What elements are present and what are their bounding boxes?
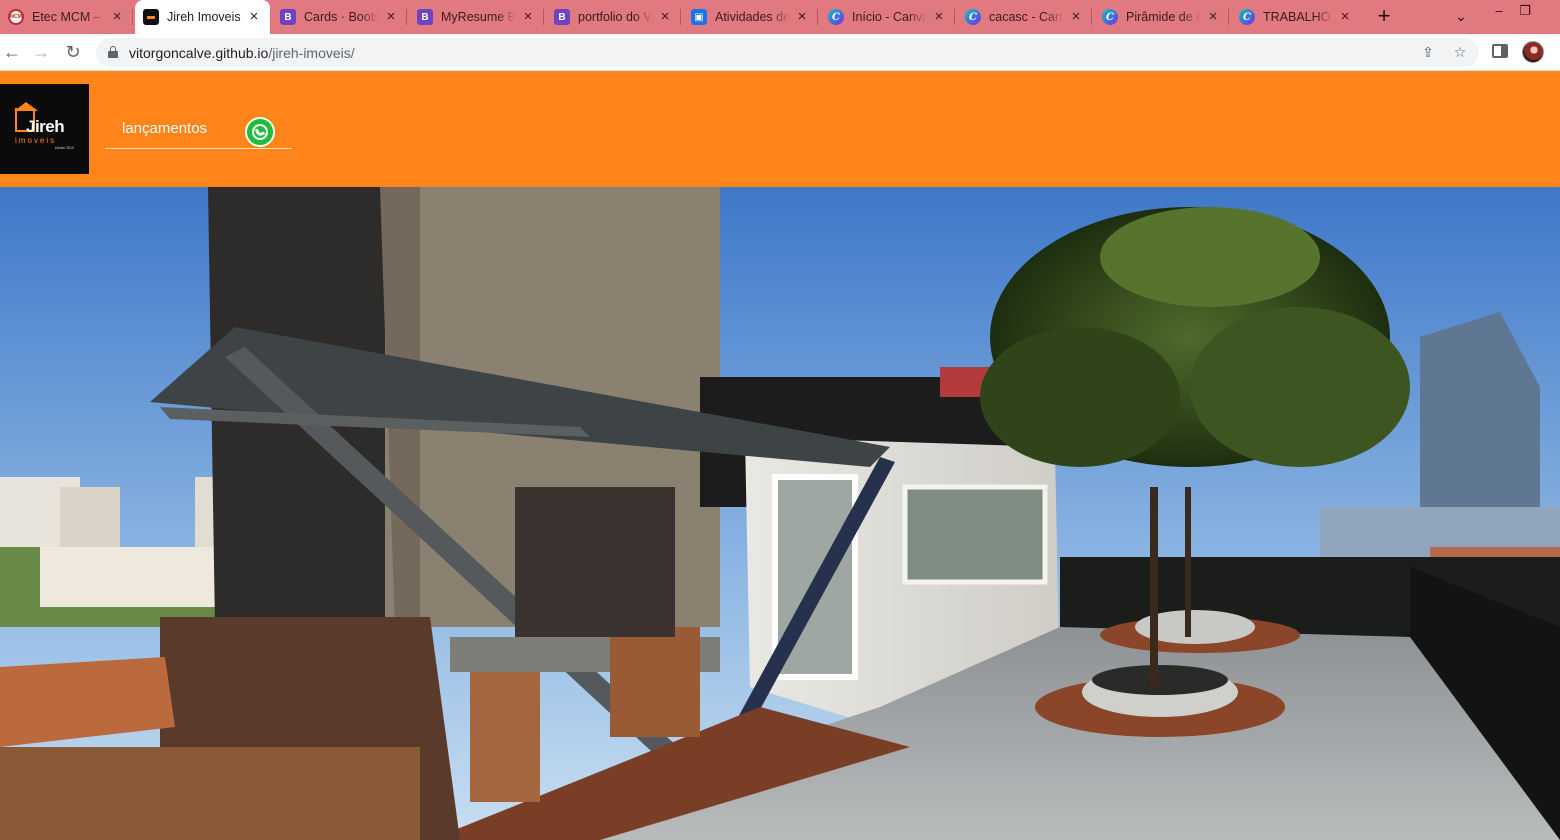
tab-title: Pirâmide de Comunicação [1126, 10, 1201, 24]
tab-atividades[interactable]: ▣ Atividades de × [683, 0, 818, 34]
new-tab-button[interactable]: + [1373, 5, 1395, 28]
canva-icon: C [1102, 9, 1118, 25]
url-text[interactable]: vitorgoncalve.github.io/jireh-imoveis/ [129, 45, 355, 61]
tab-search-button[interactable]: ⌄ [1452, 8, 1470, 26]
tab-title: MyResume Bootstrap [441, 10, 516, 24]
tab-title: Jireh Imoveis [167, 10, 241, 24]
page-viewport: Jireh imoveis Desde 2019 lançamentos [0, 71, 1560, 840]
tab-separator [680, 9, 681, 25]
lock-icon[interactable] [108, 46, 118, 58]
close-icon[interactable]: × [1205, 9, 1221, 25]
close-icon[interactable]: × [520, 9, 536, 25]
tab-title: Atividades de [715, 10, 790, 24]
canva-icon: C [965, 9, 981, 25]
bootstrap-icon: B [417, 9, 433, 25]
tab-myresume[interactable]: B MyResume Bootstrap × [409, 0, 544, 34]
canva-icon: C [1239, 9, 1255, 25]
tab-title: TRABALHO PI [1263, 10, 1333, 24]
profile-avatar[interactable] [1522, 41, 1544, 63]
whatsapp-icon[interactable] [245, 117, 275, 147]
tab-title: Etec MCM – Etec Mariano Cristóvão Machad… [32, 10, 105, 24]
tab-separator [954, 9, 955, 25]
tab-canva-piramide[interactable]: C Pirâmide de Comunicação × [1094, 0, 1229, 34]
side-panel-icon[interactable] [1492, 44, 1508, 58]
logo-subtitle: imoveis [15, 136, 57, 145]
minimize-button[interactable]: – [1486, 2, 1512, 22]
tab-canva-trabalho[interactable]: C TRABALHO PI × [1231, 0, 1361, 34]
tab-cards-bootstrap[interactable]: B Cards · Bootstrap × [272, 0, 407, 34]
classroom-icon: ▣ [691, 9, 707, 25]
bookmark-star-icon[interactable]: ☆ [1451, 43, 1469, 61]
close-icon[interactable]: × [931, 9, 947, 25]
tab-title: cacasc - Cartaz [989, 10, 1064, 24]
tab-etec[interactable]: MCM Etec MCM – Etec Mariano Cristóvão Ma… [0, 0, 133, 34]
close-icon[interactable]: × [246, 9, 262, 25]
bootstrap-icon: B [280, 9, 296, 25]
forward-button[interactable]: → [29, 40, 53, 64]
tab-canva-cacasc[interactable]: C cacasc - Cartaz × [957, 0, 1092, 34]
logo-name: Jireh [26, 117, 65, 136]
canva-icon: C [828, 9, 844, 25]
tab-portfolio[interactable]: B portfolio do Vitor × [546, 0, 681, 34]
rooftop-render-illustration [0, 187, 1560, 840]
close-icon[interactable]: × [1068, 9, 1084, 25]
tab-separator [132, 9, 133, 25]
tab-separator [1091, 9, 1092, 25]
browser-toolbar: ← → ↻ vitorgoncalve.github.io/jireh-imov… [0, 34, 1560, 71]
tab-canva-inicio[interactable]: C Início - Canva × [820, 0, 955, 34]
close-icon[interactable]: × [109, 9, 125, 25]
url-path: /jireh-imoveis/ [268, 45, 355, 61]
etec-icon: MCM [8, 9, 24, 25]
close-icon[interactable]: × [657, 9, 673, 25]
back-button[interactable]: ← [0, 40, 24, 64]
nav-underline [105, 148, 292, 149]
close-icon[interactable]: × [1337, 9, 1353, 25]
jireh-icon [143, 9, 159, 25]
tab-separator [406, 9, 407, 25]
tab-separator [817, 9, 818, 25]
restore-button[interactable]: ❐ [1512, 2, 1538, 22]
share-icon[interactable]: ⇪ [1419, 43, 1437, 61]
logo-tagline: Desde 2019 [55, 146, 74, 150]
tab-separator [543, 9, 544, 25]
address-bar[interactable]: vitorgoncalve.github.io/jireh-imoveis/ ⇪… [96, 38, 1479, 67]
close-icon[interactable]: × [794, 9, 810, 25]
close-icon[interactable]: × [383, 9, 399, 25]
nav-link-lancamentos[interactable]: lançamentos [122, 120, 207, 137]
bootstrap-icon: B [554, 9, 570, 25]
site-header: Jireh imoveis Desde 2019 lançamentos [0, 71, 1560, 187]
tab-strip: MCM Etec MCM – Etec Mariano Cristóvão Ma… [0, 0, 1560, 34]
tab-title: Cards · Bootstrap [304, 10, 379, 24]
site-logo[interactable]: Jireh imoveis Desde 2019 [0, 84, 89, 174]
tab-title: Início - Canva [852, 10, 927, 24]
tab-jireh-imoveis[interactable]: Jireh Imoveis × [135, 0, 270, 34]
hero-image [0, 187, 1560, 840]
url-host: vitorgoncalve.github.io [129, 45, 269, 61]
reload-button[interactable]: ↻ [61, 40, 85, 64]
tab-separator [1228, 9, 1229, 25]
tab-title: portfolio do Vitor [578, 10, 653, 24]
